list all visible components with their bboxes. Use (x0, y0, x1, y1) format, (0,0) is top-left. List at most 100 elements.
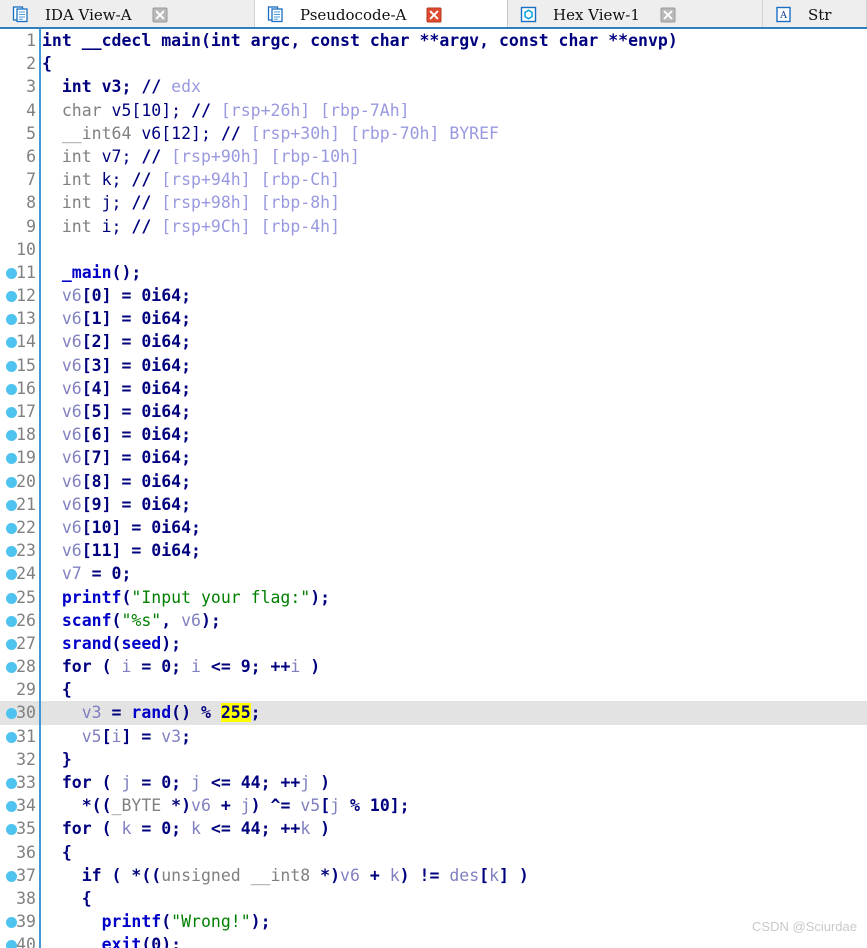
code-line[interactable]: 5 __int64 v6[12]; // [rsp+30h] [rbp-70h]… (0, 122, 867, 145)
tab-ida-view-a[interactable]: IDA View-A (0, 0, 255, 29)
type-name: char (42, 101, 112, 120)
code-line[interactable]: 20 v6[8] = 0i64; (0, 470, 867, 493)
code-token: (); (112, 263, 142, 282)
type-name: _BYTE (112, 796, 172, 815)
code-line[interactable]: 27 srand(seed); (0, 632, 867, 655)
code-line[interactable]: 32 } (0, 748, 867, 771)
line-number: 30 (0, 701, 36, 724)
code-line[interactable]: 21 v6[9] = 0i64; (0, 493, 867, 516)
type-name: int (42, 217, 102, 236)
local-variable: v6 (42, 472, 82, 491)
code-token: { (42, 680, 72, 699)
code-line[interactable]: 10 (0, 238, 867, 261)
document-view-icon (267, 6, 284, 23)
code-line[interactable]: 30 v3 = rand() % 255; (0, 701, 867, 724)
code-line[interactable]: 38 { (0, 887, 867, 910)
tab-str[interactable]: AStr (763, 0, 867, 29)
code-line[interactable]: 11 _main(); (0, 261, 867, 284)
gutter-rule (0, 887, 867, 910)
code-text: printf("Wrong!"); (42, 910, 271, 933)
line-number: 17 (0, 400, 36, 423)
code-line[interactable]: 8 int j; // [rsp+98h] [rbp-8h] (0, 191, 867, 214)
code-token: ( (121, 588, 131, 607)
close-icon-grey[interactable] (660, 7, 676, 23)
local-variable: v6 (42, 425, 82, 444)
code-line[interactable]: 35 for ( k = 0; k <= 44; ++k ) (0, 817, 867, 840)
gutter-rule (0, 748, 867, 771)
code-text: v6[9] = 0i64; (42, 493, 191, 516)
code-line[interactable]: 25 printf("Input your flag:"); (0, 586, 867, 609)
comment: // (221, 124, 241, 143)
code-token: [6] = 0i64; (82, 425, 191, 444)
code-token: if ( *(( (42, 866, 161, 885)
code-line[interactable]: 40 exit(0); (0, 933, 867, 948)
code-line[interactable]: 3 int v3; // edx (0, 75, 867, 98)
code-token: () % (171, 703, 221, 722)
code-line[interactable]: 37 if ( *((unsigned __int8 *)v6 + k) != … (0, 864, 867, 887)
code-line[interactable]: 1int __cdecl main(int argc, const char *… (0, 29, 867, 52)
code-line[interactable]: 6 int v7; // [rsp+90h] [rbp-10h] (0, 145, 867, 168)
code-line[interactable]: 9 int i; // [rsp+9Ch] [rbp-4h] (0, 215, 867, 238)
pseudocode-editor[interactable]: 1int __cdecl main(int argc, const char *… (0, 29, 867, 948)
close-icon-grey[interactable] (152, 7, 168, 23)
local-variable: v6 (42, 356, 82, 375)
code-token: [8] = 0i64; (82, 472, 191, 491)
local-variable: v6 (42, 541, 82, 560)
code-line[interactable]: 26 scanf("%s", v6); (0, 609, 867, 632)
code-line[interactable]: 15 v6[3] = 0i64; (0, 354, 867, 377)
code-line[interactable]: 18 v6[6] = 0i64; (0, 423, 867, 446)
line-number: 20 (0, 470, 36, 493)
code-line[interactable]: 39 printf("Wrong!"); (0, 910, 867, 933)
view-tab-bar: IDA View-A Pseudocode-AHex View-1AStr (0, 0, 867, 29)
local-variable: k (191, 819, 201, 838)
code-token: for ( (42, 819, 121, 838)
code-line[interactable]: 24 v7 = 0; (0, 562, 867, 585)
code-line[interactable]: 22 v6[10] = 0i64; (0, 516, 867, 539)
local-variable: v6 (181, 611, 201, 630)
code-line[interactable]: 16 v6[4] = 0i64; (0, 377, 867, 400)
line-number: 3 (0, 75, 36, 98)
code-line[interactable]: 23 v6[11] = 0i64; (0, 539, 867, 562)
function-name: printf (42, 588, 121, 607)
local-variable: v6 (42, 448, 82, 467)
highlighted-token: 255 (221, 703, 251, 722)
code-token: (0); (141, 935, 181, 948)
code-line[interactable]: 17 v6[5] = 0i64; (0, 400, 867, 423)
code-text: v6[11] = 0i64; (42, 539, 201, 562)
code-line[interactable]: 13 v6[1] = 0i64; (0, 307, 867, 330)
code-token: v7; (102, 147, 142, 166)
code-token: = 0; (131, 773, 191, 792)
comment: [rsp+90h] [rbp-10h] (161, 147, 360, 166)
code-text: v6[3] = 0i64; (42, 354, 191, 377)
code-line[interactable]: 2{ (0, 52, 867, 75)
code-line[interactable]: 14 v6[2] = 0i64; (0, 330, 867, 353)
function-name: srand (42, 634, 112, 653)
code-line[interactable]: 28 for ( i = 0; i <= 9; ++i ) (0, 655, 867, 678)
line-number: 25 (0, 586, 36, 609)
code-line[interactable]: 31 v5[i] = v3; (0, 725, 867, 748)
code-token: *(( (42, 796, 112, 815)
comment: // (141, 147, 161, 166)
close-icon-red[interactable] (426, 7, 442, 23)
code-token: = 0; (131, 819, 191, 838)
code-token: + (360, 866, 390, 885)
code-text: int i; // [rsp+9Ch] [rbp-4h] (42, 215, 340, 238)
code-line[interactable]: 29 { (0, 678, 867, 701)
code-line[interactable]: 12 v6[0] = 0i64; (0, 284, 867, 307)
tab-pseudocode-a[interactable]: Pseudocode-A (255, 0, 508, 29)
local-variable: v6 (42, 286, 82, 305)
comment: edx (161, 77, 201, 96)
tab-label: IDA View-A (29, 6, 148, 24)
code-line[interactable]: 19 v6[7] = 0i64; (0, 446, 867, 469)
string-literal: "Wrong!" (171, 912, 250, 931)
code-text: int v3; // edx (42, 75, 201, 98)
code-line[interactable]: 4 char v5[10]; // [rsp+26h] [rbp-7Ah] (0, 99, 867, 122)
code-line[interactable]: 34 *((_BYTE *)v6 + j) ^= v5[j % 10]; (0, 794, 867, 817)
code-text: v6[10] = 0i64; (42, 516, 201, 539)
code-line[interactable]: 33 for ( j = 0; j <= 44; ++j ) (0, 771, 867, 794)
code-line[interactable]: 7 int k; // [rsp+94h] [rbp-Ch] (0, 168, 867, 191)
tab-hex-view-1[interactable]: Hex View-1 (508, 0, 763, 29)
code-token: ] ) (499, 866, 529, 885)
code-line[interactable]: 36 { (0, 841, 867, 864)
local-variable: j (191, 773, 201, 792)
